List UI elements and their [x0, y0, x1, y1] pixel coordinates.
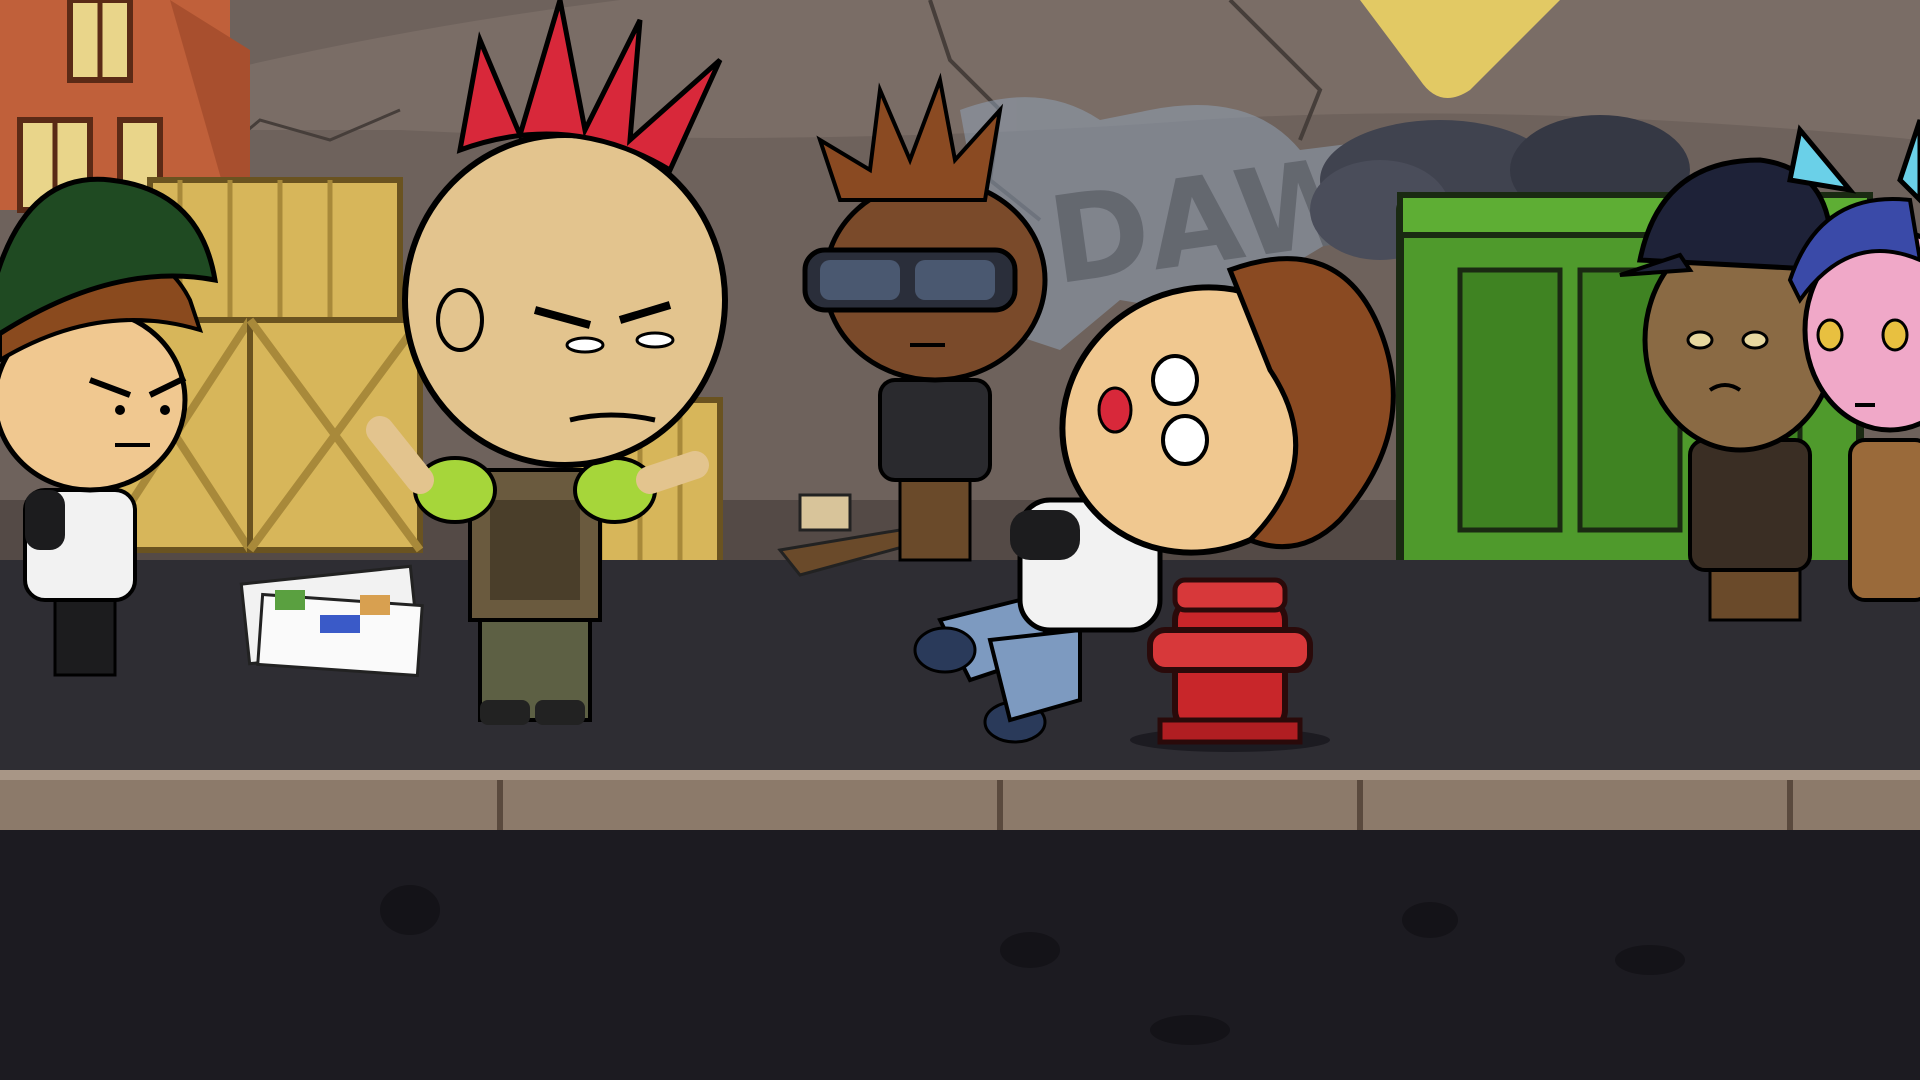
game-scene: DAWG	[0, 0, 1920, 1080]
curb	[0, 770, 1920, 830]
street	[0, 830, 1920, 1080]
scattered-cards	[239, 564, 424, 678]
